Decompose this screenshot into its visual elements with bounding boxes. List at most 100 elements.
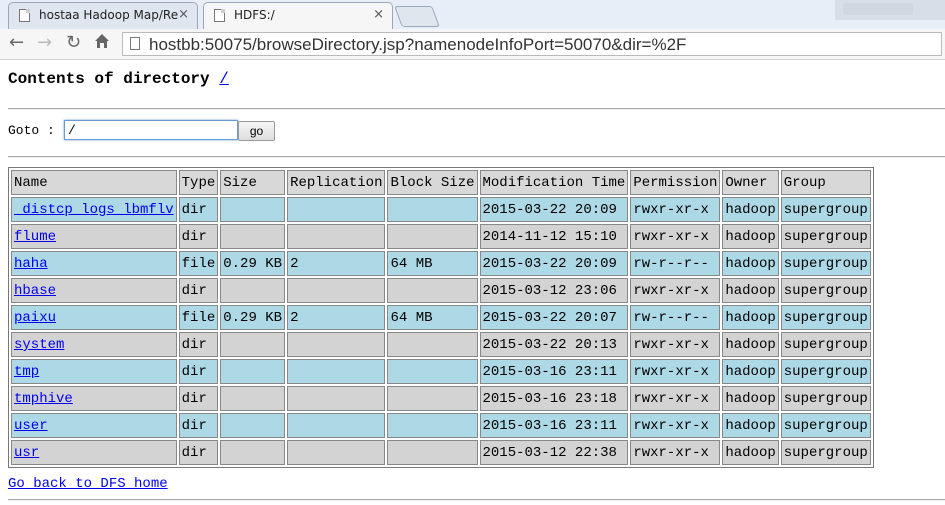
table-row: hbase dir 2015-03-12 23:06 rwxr-xr-x hadoop s…	[11, 278, 871, 303]
url-text[interactable]: hostbb:50075/browseDirectory.jsp?namenod…	[149, 35, 686, 55]
cell-modification-time: 2015-03-22 20:13	[479, 332, 629, 357]
page-icon	[130, 37, 140, 50]
directory-entry-link[interactable]: hbase	[14, 283, 56, 299]
cell-modification-time: 2015-03-16 23:18	[479, 386, 629, 411]
column-header-group: Group	[780, 170, 871, 195]
cell-replication	[287, 413, 386, 438]
column-header-block-size: Block Size	[387, 170, 478, 195]
cell-modification-time: 2014-11-12 15:10	[479, 224, 629, 249]
table-row: system dir 2015-03-22 20:13 rwxr-xr-x hadoop…	[11, 332, 871, 357]
page-favicon-icon	[214, 9, 225, 22]
cell-replication: 2	[287, 305, 386, 330]
cell-block-size	[387, 386, 478, 411]
cell-block-size: 64 MB	[387, 251, 478, 276]
table-row: paixu file 0.29 KB 2 64 MB 2015-03-22 20:07 rw…	[11, 305, 871, 330]
cell-permission: rw-r--r--	[630, 251, 721, 276]
divider	[8, 156, 945, 158]
directory-entry-link[interactable]: _distcp_logs_lbmflv	[14, 202, 174, 218]
close-tab-icon[interactable]: ×	[373, 7, 384, 22]
page-favicon-icon	[19, 9, 30, 22]
cell-owner: hadoop	[722, 413, 779, 438]
cell-group: supergroup	[780, 413, 871, 438]
table-row: tmphive dir 2015-03-16 23:18 rwxr-xr-x hadoo…	[11, 386, 871, 411]
column-header-name: Name	[11, 170, 177, 195]
cell-permission: rwxr-xr-x	[630, 197, 721, 222]
cell-group: supergroup	[780, 197, 871, 222]
table-header-row: Name Type Size Replication Block Size Mo…	[11, 170, 871, 195]
cell-owner: hadoop	[722, 224, 779, 249]
reload-icon[interactable]: ↻	[66, 33, 81, 53]
back-arrow-icon[interactable]: ←	[9, 33, 24, 53]
cell-group: supergroup	[780, 332, 871, 357]
cell-modification-time: 2015-03-12 22:38	[479, 440, 629, 465]
tab-title: HDFS:/	[234, 8, 275, 22]
cell-modification-time: 2015-03-12 23:06	[479, 278, 629, 303]
close-tab-icon[interactable]: ×	[178, 7, 189, 22]
cell-group: supergroup	[780, 278, 871, 303]
home-icon[interactable]	[94, 33, 110, 53]
cell-type: dir	[178, 359, 219, 384]
cell-permission: rwxr-xr-x	[630, 332, 721, 357]
cell-type: dir	[178, 386, 219, 411]
directory-entry-link[interactable]: system	[14, 337, 64, 353]
cell-type: dir	[178, 197, 219, 222]
forward-arrow-icon[interactable]: →	[37, 33, 52, 53]
cell-permission: rwxr-xr-x	[630, 440, 721, 465]
cell-block-size	[387, 332, 478, 357]
directory-entry-link[interactable]: usr	[14, 445, 39, 461]
cell-size	[220, 278, 286, 303]
cell-size: 0.29 KB	[220, 251, 286, 276]
directory-entry-link[interactable]: user	[14, 418, 48, 434]
cell-permission: rwxr-xr-x	[630, 386, 721, 411]
divider	[8, 499, 945, 501]
cell-block-size: 64 MB	[387, 305, 478, 330]
directory-entry-link[interactable]: haha	[14, 256, 48, 272]
cell-group: supergroup	[780, 305, 871, 330]
goto-input[interactable]	[64, 120, 238, 140]
cell-size	[220, 197, 286, 222]
address-bar[interactable]: hostbb:50075/browseDirectory.jsp?namenod…	[122, 32, 942, 56]
cell-modification-time: 2015-03-16 23:11	[479, 359, 629, 384]
navigation-toolbar: ← → ↻ hostbb:50075/browseDirectory.jsp?n…	[0, 29, 945, 60]
cell-permission: rw-r--r--	[630, 305, 721, 330]
cell-replication	[287, 278, 386, 303]
cell-group: supergroup	[780, 251, 871, 276]
table-row: _distcp_logs_lbmflv dir 2015-03-22 20:09 rw…	[11, 197, 871, 222]
cell-permission: rwxr-xr-x	[630, 413, 721, 438]
tab-hdfs[interactable]: HDFS:/ ×	[203, 2, 393, 29]
cell-group: supergroup	[780, 440, 871, 465]
table-row: usr dir 2015-03-12 22:38 rwxr-xr-x hadoop sup…	[11, 440, 871, 465]
dfs-home-link[interactable]: Go back to DFS home	[8, 476, 168, 492]
cell-type: file	[178, 305, 219, 330]
cell-owner: hadoop	[722, 197, 779, 222]
root-directory-link[interactable]: /	[219, 70, 229, 88]
cell-name: usr	[11, 440, 177, 465]
cell-group: supergroup	[780, 359, 871, 384]
table-row: tmp dir 2015-03-16 23:11 rwxr-xr-x hadoop sup…	[11, 359, 871, 384]
cell-owner: hadoop	[722, 305, 779, 330]
go-button[interactable]: go	[238, 121, 275, 141]
tab-title: hostaa Hadoop Map/Re	[39, 8, 179, 22]
column-header-modification-time: Modification Time	[479, 170, 629, 195]
tab-hadoop-map-reduce[interactable]: hostaa Hadoop Map/Re ×	[8, 2, 198, 29]
divider	[8, 108, 945, 110]
cell-group: supergroup	[780, 224, 871, 249]
cell-name: paixu	[11, 305, 177, 330]
directory-entry-link[interactable]: flume	[14, 229, 56, 245]
directory-entry-link[interactable]: tmp	[14, 364, 39, 380]
cell-replication	[287, 224, 386, 249]
cell-size	[220, 332, 286, 357]
column-header-size: Size	[220, 170, 286, 195]
directory-entry-link[interactable]: paixu	[14, 310, 56, 326]
new-tab-button[interactable]	[394, 6, 440, 27]
cell-modification-time: 2015-03-22 20:09	[479, 251, 629, 276]
cell-modification-time: 2015-03-22 20:07	[479, 305, 629, 330]
cell-type: dir	[178, 224, 219, 249]
cell-replication	[287, 386, 386, 411]
directory-entry-link[interactable]: tmphive	[14, 391, 73, 407]
cell-type: dir	[178, 332, 219, 357]
directory-listing-table: Name Type Size Replication Block Size Mo…	[8, 167, 874, 468]
cell-size	[220, 413, 286, 438]
cell-name: user	[11, 413, 177, 438]
cell-name: tmphive	[11, 386, 177, 411]
